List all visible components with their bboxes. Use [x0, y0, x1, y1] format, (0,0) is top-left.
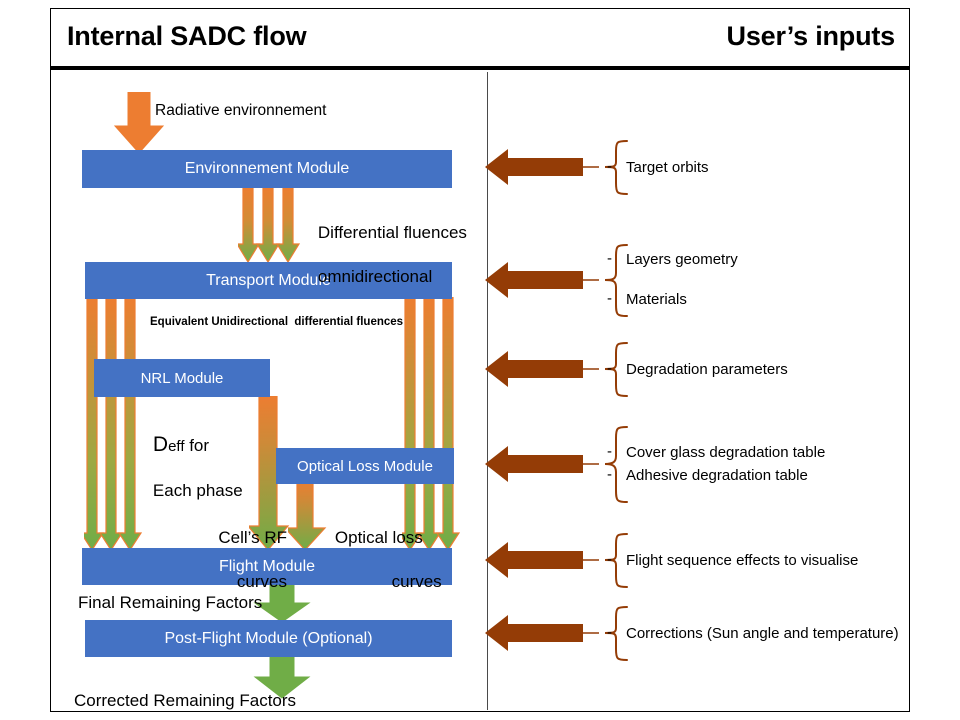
input-item-label: Cover glass degradation table — [626, 444, 826, 461]
input-item-label: Degradation parameters — [626, 361, 788, 378]
module-environment-label: Environnement Module — [184, 160, 350, 177]
cells-rf-curves-line1: Cell’s RF — [218, 528, 287, 547]
differential-fluences-line2: omnidirectional — [317, 267, 433, 286]
input-brace-icon — [604, 533, 628, 588]
input-item-label: Flight sequence effects to visualise — [626, 552, 859, 569]
bullet-dash: - — [607, 551, 612, 568]
optical-loss-curves-label: Optical loss curves — [316, 505, 442, 615]
input-arrow-icon — [485, 262, 599, 298]
bullet-dash: - — [607, 250, 612, 267]
module-post-flight-label: Post-Flight Module (Optional) — [164, 629, 373, 647]
input-group-degradation-parameters[interactable]: - Degradation parameters — [483, 340, 913, 402]
header-bar: Internal SADC flow User’s inputs — [50, 8, 910, 66]
input-group-flight-sequence[interactable]: - Flight sequence effects to visualise — [483, 531, 913, 593]
input-group-layers-materials[interactable]: - Layers geometry - Materials — [483, 242, 913, 322]
final-remaining-factors-label: Final Remaining Factors — [78, 593, 263, 612]
input-arrow-icon — [485, 542, 599, 578]
deff-sub: eff — [168, 438, 185, 455]
deff-d: D — [152, 433, 169, 456]
bullet-dash: - — [607, 158, 612, 175]
module-optical-loss-label: Optical Loss Module — [297, 457, 433, 475]
module-environment[interactable]: Environnement Module — [82, 150, 452, 188]
equivalent-unidirectional-label: Equivalent Unidirectional differential f… — [150, 316, 404, 328]
bullet-dash: - — [607, 443, 612, 460]
module-optical-loss[interactable]: Optical Loss Module — [276, 448, 454, 484]
page-title-right: User’s inputs — [726, 21, 896, 51]
radiative-environment-label: Radiative environnement — [155, 102, 327, 119]
optical-loss-curves-line2: curves — [391, 572, 442, 591]
arrows-environment-to-transport — [238, 186, 302, 266]
input-brace-icon — [604, 606, 628, 661]
input-group-corrections[interactable]: - Corrections (Sun angle and temperature… — [483, 604, 913, 666]
diagram-canvas: Internal SADC flow User’s inputs Radiati… — [0, 0, 960, 720]
bullet-dash: - — [607, 466, 612, 483]
page-title-left: Internal SADC flow — [67, 21, 307, 51]
deff-label: Deff for Each phase — [134, 412, 243, 524]
differential-fluences-line1: Differential fluences — [317, 223, 467, 242]
input-group-degradation-tables[interactable]: - Cover glass degradation table - Adhesi… — [483, 424, 913, 508]
bullet-dash: - — [607, 290, 612, 307]
deff-rest: for — [184, 436, 210, 455]
input-item-label: Materials — [626, 291, 687, 308]
input-group-target-orbits[interactable]: - Target orbits — [483, 138, 913, 200]
input-brace-icon — [604, 244, 628, 317]
bullet-dash: - — [607, 360, 612, 377]
cells-rf-curves-line2: curves — [236, 572, 287, 591]
input-brace-icon — [604, 426, 628, 503]
deff-line2: Each phase — [152, 481, 243, 500]
input-arrow-icon — [485, 149, 599, 185]
differential-fluences-label: Differential fluences omnidirectional — [299, 200, 467, 310]
input-arrow-icon — [485, 615, 599, 651]
input-arrow-icon — [485, 351, 599, 387]
input-brace-icon — [604, 140, 628, 195]
module-nrl[interactable]: NRL Module — [94, 359, 270, 397]
input-arrow-icon — [485, 446, 599, 482]
input-item-label: Adhesive degradation table — [626, 467, 808, 484]
module-nrl-label: NRL Module — [140, 369, 224, 387]
input-item-label: Layers geometry — [626, 251, 738, 268]
module-post-flight[interactable]: Post-Flight Module (Optional) — [85, 620, 452, 657]
input-item-label: Corrections (Sun angle and temperature) — [626, 625, 899, 642]
corrected-remaining-factors-label: Corrected Remaining Factors — [74, 691, 297, 710]
input-brace-icon — [604, 342, 628, 397]
input-item-label: Target orbits — [626, 159, 709, 176]
bullet-dash: - — [607, 624, 612, 641]
optical-loss-curves-line1: Optical loss — [334, 528, 423, 547]
